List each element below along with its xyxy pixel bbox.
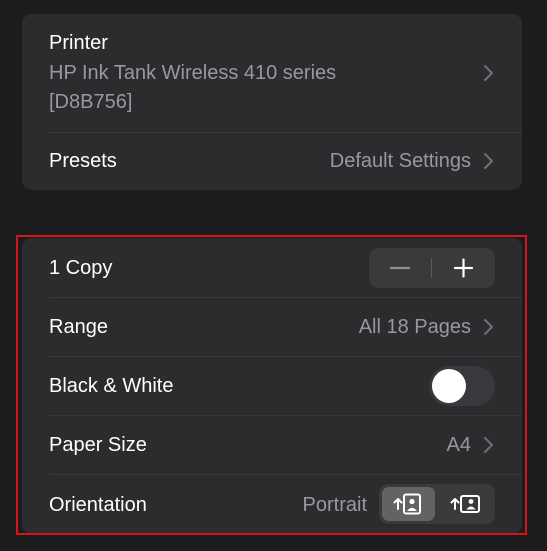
portrait-button[interactable] <box>382 487 435 521</box>
paper-size-row[interactable]: Paper Size A4 <box>22 416 522 474</box>
print-options-screen: Printer HP Ink Tank Wireless 410 series … <box>0 0 547 551</box>
chevron-right-icon <box>483 152 494 170</box>
landscape-button[interactable] <box>439 487 492 521</box>
orientation-label: Orientation <box>49 494 147 516</box>
black-white-toggle[interactable] <box>429 366 495 406</box>
minus-icon <box>389 266 411 270</box>
orientation-value: Portrait <box>302 494 367 516</box>
copies-row: 1 Copy <box>22 238 522 297</box>
decrement-button[interactable] <box>369 248 432 288</box>
printer-name: HP Ink Tank Wireless 410 series <box>49 62 337 84</box>
presets-row[interactable]: Presets Default Settings <box>22 133 522 190</box>
orientation-row: Orientation Portrait <box>22 475 522 534</box>
chevron-right-icon <box>483 318 494 336</box>
paper-size-label: Paper Size <box>49 434 147 456</box>
printer-card: Printer HP Ink Tank Wireless 410 series … <box>22 14 522 190</box>
black-white-row: Black & White <box>22 357 522 415</box>
presets-label: Presets <box>49 150 117 172</box>
chevron-right-icon <box>483 436 494 454</box>
print-settings-card: 1 Copy Range All 18 Pages Black & White … <box>22 238 522 534</box>
orientation-segmented-control <box>379 484 495 524</box>
chevron-right-icon <box>483 64 494 82</box>
presets-value: Default Settings <box>329 150 471 172</box>
toggle-knob <box>432 369 466 403</box>
range-row[interactable]: Range All 18 Pages <box>22 298 522 356</box>
copies-stepper <box>369 248 495 288</box>
range-value: All 18 Pages <box>358 316 471 338</box>
copies-label: 1 Copy <box>49 257 113 279</box>
printer-row[interactable]: Printer HP Ink Tank Wireless 410 series … <box>22 14 522 132</box>
paper-size-value: A4 <box>446 434 471 456</box>
portrait-orientation-icon <box>393 493 421 515</box>
landscape-orientation-icon <box>450 495 480 513</box>
black-white-label: Black & White <box>49 375 174 397</box>
printer-id: [D8B756] <box>49 91 133 113</box>
plus-icon <box>453 258 474 278</box>
printer-label: Printer <box>49 32 108 54</box>
range-label: Range <box>49 316 108 338</box>
increment-button[interactable] <box>432 248 495 288</box>
